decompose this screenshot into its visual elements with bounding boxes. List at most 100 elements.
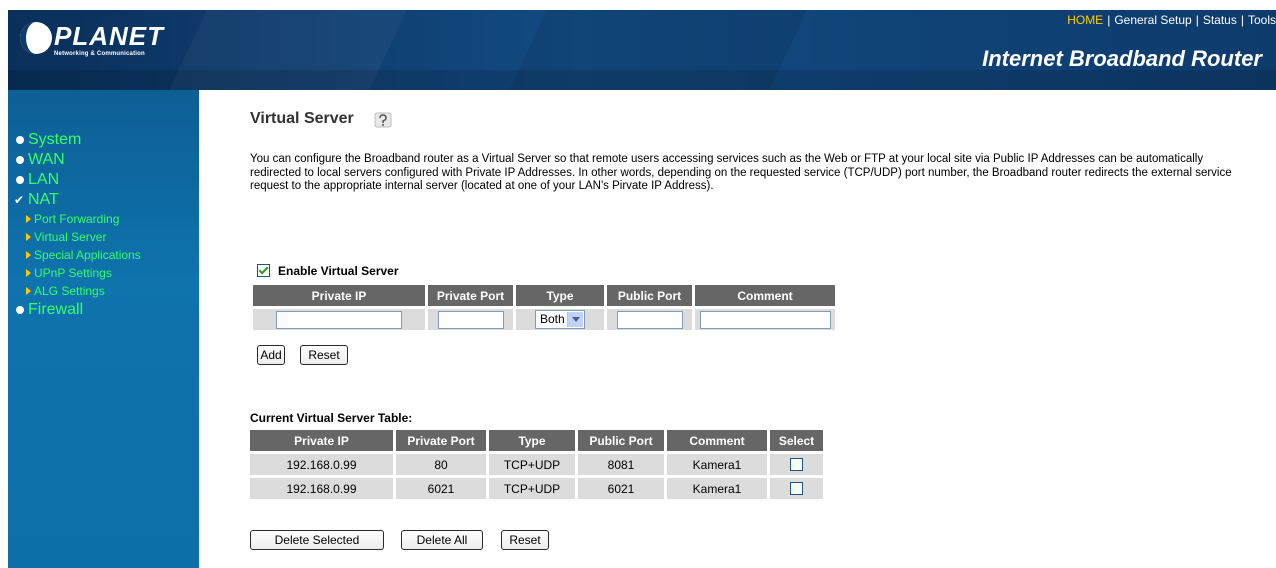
sidebar-item-label: System [28,131,82,148]
column-header: Type [516,285,604,306]
private-port-input[interactable] [437,310,504,329]
private-ip-input[interactable] [276,310,402,329]
cell-public-port: 6021 [578,478,664,499]
arrow-right-icon [26,214,31,223]
type-select-value: Both [540,312,565,326]
sidebar-item-label: Firewall [28,301,84,318]
type-select[interactable]: Both [535,310,585,329]
page-title: Virtual Server [250,110,354,127]
sidebar-subitem-label: Port Forwarding [34,212,120,226]
sidebar-item-label: NAT [28,191,59,208]
main-content: Virtual Server You can configure the Bro… [199,90,1276,568]
nav-separator: | [1195,13,1199,27]
nav-status-link[interactable]: Status [1203,13,1237,27]
product-title: Internet Broadband Router [982,46,1262,71]
sidebar-subitem-special-applications[interactable]: Special Applications [26,246,199,264]
form-cell [607,309,692,330]
cell-private-ip: 192.168.0.99 [250,478,393,499]
bottom-reset-button[interactable]: Reset [501,530,549,550]
sidebar-item-lan[interactable]: LAN [8,170,199,190]
form-cell [428,309,513,330]
cell-type: TCP+UDP [489,454,575,475]
cell-select [770,478,823,499]
cell-private-port: 6021 [396,478,486,499]
reset-button[interactable]: Reset [300,345,348,365]
bullet-icon [16,176,24,184]
sidebar-subitem-label: ALG Settings [34,284,105,298]
table-row: 192.168.0.99 6021 TCP+UDP 6021 Kamera1 [250,478,823,499]
current-virtual-server-table: Private IP Private Port Type Public Port… [247,427,826,502]
sidebar: System WAN LAN ✔ NAT Port Forwarding Vir… [8,90,199,568]
add-virtual-server-form: Private IP Private Port Type Public Port… [250,282,838,333]
logo-text: PLANET [54,21,164,51]
nav-separator: | [1240,13,1244,27]
current-table-label: Current Virtual Server Table: [250,411,413,425]
form-cell [253,309,425,330]
arrow-right-icon [26,232,31,241]
cell-comment: Kamera1 [667,454,767,475]
header-banner: PLANET Networking & Communication HOME | G… [8,10,1276,90]
arrow-right-icon [26,250,31,259]
cell-comment: Kamera1 [667,478,767,499]
chevron-down-icon [567,312,583,327]
window-frame-left [0,0,8,568]
header-decoration [8,70,1276,90]
column-header: Private Port [428,285,513,306]
sidebar-subitem-label: UPnP Settings [34,266,112,280]
checkmark-icon: ✔ [14,193,25,207]
sidebar-item-system[interactable]: System [8,130,199,150]
bullet-icon [16,136,24,144]
sidebar-item-label: LAN [28,171,60,188]
form-cell: Both [516,309,604,330]
delete-all-button[interactable]: Delete All [401,530,483,550]
column-header: Public Port [578,430,664,451]
nav-home-link[interactable]: HOME [1067,13,1103,27]
cell-private-ip: 192.168.0.99 [250,454,393,475]
top-navigation: HOME | General Setup | Status | Tools [1067,13,1276,27]
cell-select [770,454,823,475]
sidebar-menu: System WAN LAN ✔ NAT Port Forwarding Vir… [8,130,199,320]
sidebar-item-label: WAN [28,151,65,168]
bullet-icon [16,156,24,164]
column-header: Comment [695,285,835,306]
table-row: 192.168.0.99 80 TCP+UDP 8081 Kamera1 [250,454,823,475]
add-button[interactable]: Add [257,345,285,365]
column-header: Private Port [396,430,486,451]
bullet-icon [16,306,24,314]
cell-public-port: 8081 [578,454,664,475]
public-port-input[interactable] [616,310,683,329]
sidebar-subitem-label: Virtual Server [34,230,107,244]
enable-virtual-server-checkbox[interactable] [257,264,270,278]
logo-subtext: Networking & Communication [54,51,145,57]
sidebar-subitem-port-forwarding[interactable]: Port Forwarding [26,210,199,228]
planet-logo-icon [20,22,52,54]
help-icon[interactable] [374,112,392,128]
enable-virtual-server-label: Enable Virtual Server [278,264,399,278]
nat-submenu: Port Forwarding Virtual Server Special A… [8,210,199,300]
sidebar-subitem-label: Special Applications [34,248,141,262]
column-header: Public Port [607,285,692,306]
delete-selected-button[interactable]: Delete Selected [250,530,384,550]
nav-tools-link[interactable]: Tools [1248,13,1276,27]
nav-general-setup-link[interactable]: General Setup [1114,13,1191,27]
row-select-checkbox[interactable] [790,457,803,471]
window-frame-top [0,0,1276,10]
column-header: Select [770,430,823,451]
cell-type: TCP+UDP [489,478,575,499]
comment-input[interactable] [699,310,831,329]
column-header: Private IP [253,285,425,306]
column-header: Private IP [250,430,393,451]
sidebar-subitem-upnp-settings[interactable]: UPnP Settings [26,264,199,282]
column-header: Type [489,430,575,451]
arrow-right-icon [26,286,31,295]
cell-private-port: 80 [396,454,486,475]
sidebar-subitem-virtual-server[interactable]: Virtual Server [26,228,199,246]
nav-separator: | [1107,13,1111,27]
enable-virtual-server-row: Enable Virtual Server [257,264,399,278]
page-description: You can configure the Broadband router a… [250,153,1232,192]
sidebar-item-wan[interactable]: WAN [8,150,199,170]
row-select-checkbox[interactable] [790,481,803,495]
sidebar-item-nat[interactable]: ✔ NAT [8,190,199,210]
sidebar-subitem-alg-settings[interactable]: ALG Settings [26,282,199,300]
sidebar-item-firewall[interactable]: Firewall [8,300,199,320]
